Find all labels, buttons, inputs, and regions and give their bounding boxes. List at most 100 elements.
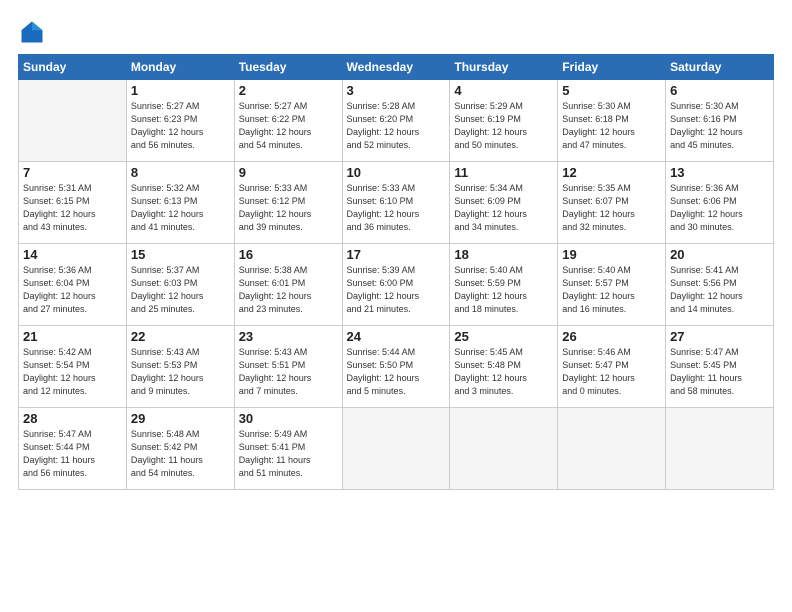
- day-number: 24: [347, 329, 446, 344]
- day-info: Sunrise: 5:32 AMSunset: 6:13 PMDaylight:…: [131, 182, 230, 234]
- day-cell: [342, 408, 450, 490]
- day-cell: 27 Sunrise: 5:47 AMSunset: 5:45 PMDayligh…: [666, 326, 774, 408]
- week-row-1: 1 Sunrise: 5:27 AMSunset: 6:23 PMDaylight…: [19, 80, 774, 162]
- day-number: 15: [131, 247, 230, 262]
- day-number: 25: [454, 329, 553, 344]
- day-number: 27: [670, 329, 769, 344]
- day-cell: 21 Sunrise: 5:42 AMSunset: 5:54 PMDayligh…: [19, 326, 127, 408]
- day-number: 18: [454, 247, 553, 262]
- logo: [18, 18, 50, 46]
- day-cell: 10 Sunrise: 5:33 AMSunset: 6:10 PMDayligh…: [342, 162, 450, 244]
- day-cell: 4 Sunrise: 5:29 AMSunset: 6:19 PMDaylight…: [450, 80, 558, 162]
- day-number: 12: [562, 165, 661, 180]
- day-number: 10: [347, 165, 446, 180]
- day-number: 30: [239, 411, 338, 426]
- day-number: 5: [562, 83, 661, 98]
- day-number: 20: [670, 247, 769, 262]
- weekday-header-row: SundayMondayTuesdayWednesdayThursdayFrid…: [19, 55, 774, 80]
- calendar-table: SundayMondayTuesdayWednesdayThursdayFrid…: [18, 54, 774, 490]
- day-cell: [450, 408, 558, 490]
- day-info: Sunrise: 5:35 AMSunset: 6:07 PMDaylight:…: [562, 182, 661, 234]
- day-cell: 11 Sunrise: 5:34 AMSunset: 6:09 PMDayligh…: [450, 162, 558, 244]
- day-number: 21: [23, 329, 122, 344]
- weekday-header-tuesday: Tuesday: [234, 55, 342, 80]
- page: SundayMondayTuesdayWednesdayThursdayFrid…: [0, 0, 792, 612]
- day-info: Sunrise: 5:48 AMSunset: 5:42 PMDaylight:…: [131, 428, 230, 480]
- weekday-header-saturday: Saturday: [666, 55, 774, 80]
- day-number: 29: [131, 411, 230, 426]
- day-info: Sunrise: 5:33 AMSunset: 6:12 PMDaylight:…: [239, 182, 338, 234]
- day-cell: 7 Sunrise: 5:31 AMSunset: 6:15 PMDaylight…: [19, 162, 127, 244]
- day-number: 3: [347, 83, 446, 98]
- day-number: 2: [239, 83, 338, 98]
- day-info: Sunrise: 5:29 AMSunset: 6:19 PMDaylight:…: [454, 100, 553, 152]
- weekday-header-friday: Friday: [558, 55, 666, 80]
- day-cell: 15Sunrise: 5:37 AMSunset: 6:03 PMDayligh…: [126, 244, 234, 326]
- day-info: Sunrise: 5:34 AMSunset: 6:09 PMDaylight:…: [454, 182, 553, 234]
- day-cell: 25 Sunrise: 5:45 AMSunset: 5:48 PMDayligh…: [450, 326, 558, 408]
- day-info: Sunrise: 5:42 AMSunset: 5:54 PMDaylight:…: [23, 346, 122, 398]
- day-info: Sunrise: 5:36 AMSunset: 6:06 PMDaylight:…: [670, 182, 769, 234]
- day-cell: 26Sunrise: 5:46 AMSunset: 5:47 PMDayligh…: [558, 326, 666, 408]
- day-info: Sunrise: 5:43 AMSunset: 5:53 PMDaylight:…: [131, 346, 230, 398]
- day-cell: 12 Sunrise: 5:35 AMSunset: 6:07 PMDayligh…: [558, 162, 666, 244]
- day-cell: 6 Sunrise: 5:30 AMSunset: 6:16 PMDaylight…: [666, 80, 774, 162]
- day-number: 4: [454, 83, 553, 98]
- day-cell: 14 Sunrise: 5:36 AMSunset: 6:04 PMDayligh…: [19, 244, 127, 326]
- day-info: Sunrise: 5:27 AMSunset: 6:23 PMDaylight:…: [131, 100, 230, 152]
- day-info: Sunrise: 5:28 AMSunset: 6:20 PMDaylight:…: [347, 100, 446, 152]
- day-info: Sunrise: 5:41 AMSunset: 5:56 PMDaylight:…: [670, 264, 769, 316]
- day-cell: 17Sunrise: 5:39 AMSunset: 6:00 PMDayligh…: [342, 244, 450, 326]
- day-number: 13: [670, 165, 769, 180]
- day-number: 14: [23, 247, 122, 262]
- day-number: 23: [239, 329, 338, 344]
- day-number: 7: [23, 165, 122, 180]
- day-info: Sunrise: 5:47 AMSunset: 5:44 PMDaylight:…: [23, 428, 122, 480]
- day-cell: 19 Sunrise: 5:40 AMSunset: 5:57 PMDayligh…: [558, 244, 666, 326]
- day-info: Sunrise: 5:40 AMSunset: 5:57 PMDaylight:…: [562, 264, 661, 316]
- day-cell: 24 Sunrise: 5:44 AMSunset: 5:50 PMDayligh…: [342, 326, 450, 408]
- day-info: Sunrise: 5:46 AMSunset: 5:47 PMDaylight:…: [562, 346, 661, 398]
- day-info: Sunrise: 5:36 AMSunset: 6:04 PMDaylight:…: [23, 264, 122, 316]
- day-number: 28: [23, 411, 122, 426]
- week-row-5: 28 Sunrise: 5:47 AMSunset: 5:44 PMDayligh…: [19, 408, 774, 490]
- day-cell: 28 Sunrise: 5:47 AMSunset: 5:44 PMDayligh…: [19, 408, 127, 490]
- day-cell: 9 Sunrise: 5:33 AMSunset: 6:12 PMDaylight…: [234, 162, 342, 244]
- day-number: 9: [239, 165, 338, 180]
- week-row-2: 7 Sunrise: 5:31 AMSunset: 6:15 PMDaylight…: [19, 162, 774, 244]
- weekday-header-wednesday: Wednesday: [342, 55, 450, 80]
- logo-icon: [18, 18, 46, 46]
- day-cell: 18Sunrise: 5:40 AMSunset: 5:59 PMDayligh…: [450, 244, 558, 326]
- day-info: Sunrise: 5:33 AMSunset: 6:10 PMDaylight:…: [347, 182, 446, 234]
- day-info: Sunrise: 5:49 AMSunset: 5:41 PMDaylight:…: [239, 428, 338, 480]
- day-cell: 13 Sunrise: 5:36 AMSunset: 6:06 PMDayligh…: [666, 162, 774, 244]
- header: [18, 18, 774, 46]
- day-info: Sunrise: 5:30 AMSunset: 6:18 PMDaylight:…: [562, 100, 661, 152]
- day-info: Sunrise: 5:38 AMSunset: 6:01 PMDaylight:…: [239, 264, 338, 316]
- day-cell: 29 Sunrise: 5:48 AMSunset: 5:42 PMDayligh…: [126, 408, 234, 490]
- day-cell: 3 Sunrise: 5:28 AMSunset: 6:20 PMDaylight…: [342, 80, 450, 162]
- day-cell: 20 Sunrise: 5:41 AMSunset: 5:56 PMDayligh…: [666, 244, 774, 326]
- day-info: Sunrise: 5:43 AMSunset: 5:51 PMDaylight:…: [239, 346, 338, 398]
- day-info: Sunrise: 5:39 AMSunset: 6:00 PMDaylight:…: [347, 264, 446, 316]
- day-info: Sunrise: 5:27 AMSunset: 6:22 PMDaylight:…: [239, 100, 338, 152]
- day-cell: [19, 80, 127, 162]
- day-number: 11: [454, 165, 553, 180]
- day-info: Sunrise: 5:44 AMSunset: 5:50 PMDaylight:…: [347, 346, 446, 398]
- day-number: 19: [562, 247, 661, 262]
- day-number: 8: [131, 165, 230, 180]
- day-info: Sunrise: 5:30 AMSunset: 6:16 PMDaylight:…: [670, 100, 769, 152]
- day-number: 16: [239, 247, 338, 262]
- day-info: Sunrise: 5:31 AMSunset: 6:15 PMDaylight:…: [23, 182, 122, 234]
- day-cell: 8 Sunrise: 5:32 AMSunset: 6:13 PMDaylight…: [126, 162, 234, 244]
- day-info: Sunrise: 5:45 AMSunset: 5:48 PMDaylight:…: [454, 346, 553, 398]
- day-cell: [666, 408, 774, 490]
- weekday-header-thursday: Thursday: [450, 55, 558, 80]
- day-info: Sunrise: 5:47 AMSunset: 5:45 PMDaylight:…: [670, 346, 769, 398]
- week-row-3: 14 Sunrise: 5:36 AMSunset: 6:04 PMDayligh…: [19, 244, 774, 326]
- day-number: 1: [131, 83, 230, 98]
- day-cell: 23 Sunrise: 5:43 AMSunset: 5:51 PMDayligh…: [234, 326, 342, 408]
- day-cell: 5 Sunrise: 5:30 AMSunset: 6:18 PMDaylight…: [558, 80, 666, 162]
- day-number: 6: [670, 83, 769, 98]
- weekday-header-sunday: Sunday: [19, 55, 127, 80]
